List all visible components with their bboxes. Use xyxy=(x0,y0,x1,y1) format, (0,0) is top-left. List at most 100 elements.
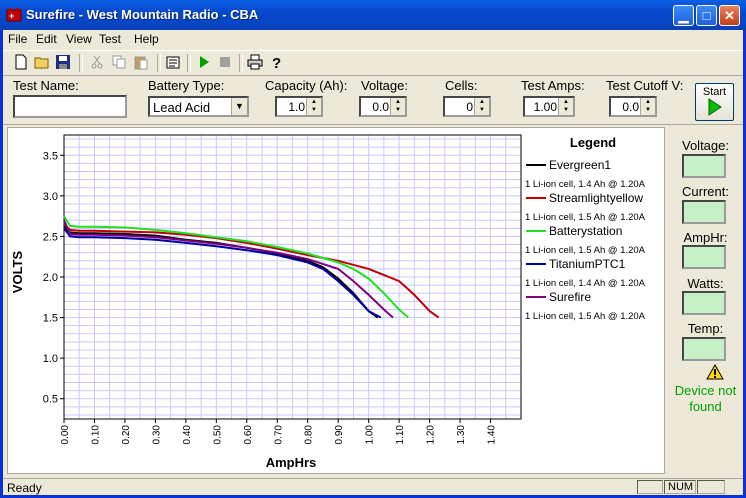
status-bar: Ready NUM xyxy=(3,478,743,496)
x-tick-label: 1.00 xyxy=(365,425,376,445)
stop-icon[interactable] xyxy=(217,54,233,70)
cut-icon[interactable] xyxy=(89,54,105,70)
capacity-spinner[interactable]: 1.0 ▲ ▼ xyxy=(275,96,323,117)
legend-series-name: TitaniumPTC1 xyxy=(549,257,626,271)
start-label: Start xyxy=(702,86,727,98)
status-text: Ready xyxy=(7,481,42,495)
temp-readout-label: Temp: xyxy=(687,321,724,336)
cutoff-spinner[interactable]: 0.0 ▲ ▼ xyxy=(609,96,657,117)
y-tick-label: 3.0 xyxy=(43,191,58,203)
voltage-label: Voltage: xyxy=(361,78,408,93)
help-icon[interactable]: ? xyxy=(269,54,285,70)
chevron-down-icon[interactable]: ▼ xyxy=(231,98,247,115)
temp-readout xyxy=(682,337,726,361)
y-axis-title: VOLTS xyxy=(10,250,25,293)
toolbar-separator xyxy=(79,54,83,72)
legend-series-desc: 1 Li-ion cell, 1.4 Ah @ 1.20A xyxy=(525,278,646,289)
amphr-readout xyxy=(682,245,726,269)
new-file-icon[interactable] xyxy=(13,54,29,70)
test-name-input[interactable] xyxy=(13,95,127,118)
x-tick-label: 1.30 xyxy=(456,425,467,445)
battery-app-icon: + xyxy=(6,8,22,22)
print-icon[interactable] xyxy=(247,54,263,70)
capacity-value: 1.0 xyxy=(288,100,305,114)
toolbar-separator xyxy=(157,54,161,72)
legend-series-desc: 1 Li-ion cell, 1.5 Ah @ 1.20A xyxy=(525,311,646,322)
y-tick-label: 2.0 xyxy=(43,272,58,284)
spinner-arrows-icon[interactable]: ▲ ▼ xyxy=(558,98,573,115)
toolbar: ? xyxy=(3,50,743,76)
properties-icon[interactable] xyxy=(165,54,181,70)
start-button[interactable]: Start xyxy=(695,83,734,121)
test-parameters: Test Name: Battery Type: Lead Acid ▼ Cap… xyxy=(3,76,743,125)
test-amps-label: Test Amps: xyxy=(521,78,585,93)
readout-panel: Voltage: Current: AmpHr: Watts: Temp: De… xyxy=(668,127,743,474)
cutoff-value: 0.0 xyxy=(622,100,639,114)
menu-file[interactable]: File xyxy=(8,32,27,46)
x-tick-label: 1.40 xyxy=(487,425,498,445)
maximize-button[interactable]: □ xyxy=(696,5,717,26)
discharge-chart: 0.5 1.0 1.5 2.0 2.5 3.0 3.5 0.00 0.10 0.20 0.30 0.… xyxy=(8,128,664,473)
x-tick-label: 0.10 xyxy=(90,425,101,445)
num-lock-indicator: NUM xyxy=(664,480,696,494)
capacity-label: Capacity (Ah): xyxy=(265,78,348,93)
minimize-button[interactable]: ▁ xyxy=(673,5,694,26)
voltage-spinner[interactable]: 0.0 ▲ ▼ xyxy=(359,96,407,117)
x-tick-label: 0.30 xyxy=(151,425,162,445)
svg-text:+: + xyxy=(9,11,14,21)
window-title: Surefire - West Mountain Radio - CBA xyxy=(26,7,259,22)
x-tick-label: 1.10 xyxy=(395,425,406,445)
menu-test[interactable]: Test xyxy=(99,32,121,46)
test-amps-spinner[interactable]: 1.00 ▲ ▼ xyxy=(523,96,575,117)
legend-series-desc: 1 Li-ion cell, 1.5 Ah @ 1.20A xyxy=(525,245,646,256)
legend-series-name: Surefire xyxy=(549,290,591,304)
x-tick-label: 0.90 xyxy=(334,425,345,445)
test-name-label: Test Name: xyxy=(13,78,79,93)
legend-series-desc: 1 Li-ion cell, 1.4 Ah @ 1.20A xyxy=(525,179,646,190)
x-tick-label: 0.50 xyxy=(212,425,223,445)
close-icon: ✕ xyxy=(724,8,735,23)
save-icon[interactable] xyxy=(55,54,71,70)
status-cell xyxy=(697,480,725,494)
y-tick-label: 1.0 xyxy=(43,353,58,365)
play-icon xyxy=(708,98,722,116)
watts-readout xyxy=(682,291,726,315)
voltage-value: 0.0 xyxy=(372,100,389,114)
spinner-arrows-icon[interactable]: ▲ ▼ xyxy=(306,98,321,115)
voltage-readout-label: Voltage: xyxy=(682,138,729,153)
minimize-icon: ▁ xyxy=(678,8,689,23)
warning-icon xyxy=(706,364,724,380)
legend-series-desc: 1 Li-ion cell, 1.5 Ah @ 1.20A xyxy=(525,212,646,223)
app-window: + Surefire - West Mountain Radio - CBA ▁… xyxy=(0,0,746,498)
device-status: Device not found xyxy=(674,383,737,414)
cells-value: 0 xyxy=(466,100,473,114)
cutoff-label: Test Cutoff V: xyxy=(606,78,684,93)
spinner-arrows-icon[interactable]: ▲ ▼ xyxy=(474,98,489,115)
y-tick-label: 3.5 xyxy=(43,150,58,162)
spinner-arrows-icon[interactable]: ▲ ▼ xyxy=(640,98,655,115)
menu-bar: File Edit View Test Help xyxy=(3,30,743,48)
copy-icon[interactable] xyxy=(111,54,127,70)
x-tick-label: 0.20 xyxy=(121,425,132,445)
x-tick-label: 0.60 xyxy=(243,425,254,445)
battery-type-label: Battery Type: xyxy=(148,78,225,93)
menu-edit[interactable]: Edit xyxy=(36,32,57,46)
menu-help[interactable]: Help xyxy=(134,32,159,46)
toolbar-separator xyxy=(187,54,191,72)
svg-text:?: ? xyxy=(272,55,281,70)
cells-spinner[interactable]: 0 ▲ ▼ xyxy=(443,96,491,117)
x-tick-label: 0.40 xyxy=(182,425,193,445)
close-button[interactable]: ✕ xyxy=(719,5,740,26)
x-tick-label: 0.00 xyxy=(60,425,71,445)
legend-series-name: Batterystation xyxy=(549,224,622,238)
paste-icon[interactable] xyxy=(133,54,149,70)
watts-readout-label: Watts: xyxy=(687,276,724,291)
play-icon[interactable] xyxy=(196,54,212,70)
y-tick-label: 0.5 xyxy=(43,394,58,406)
open-folder-icon[interactable] xyxy=(34,54,50,70)
title-bar[interactable]: + Surefire - West Mountain Radio - CBA ▁… xyxy=(0,0,746,30)
test-amps-value: 1.00 xyxy=(533,100,557,114)
menu-view[interactable]: View xyxy=(66,32,92,46)
battery-type-select[interactable]: Lead Acid ▼ xyxy=(148,96,249,117)
spinner-arrows-icon[interactable]: ▲ ▼ xyxy=(390,98,405,115)
